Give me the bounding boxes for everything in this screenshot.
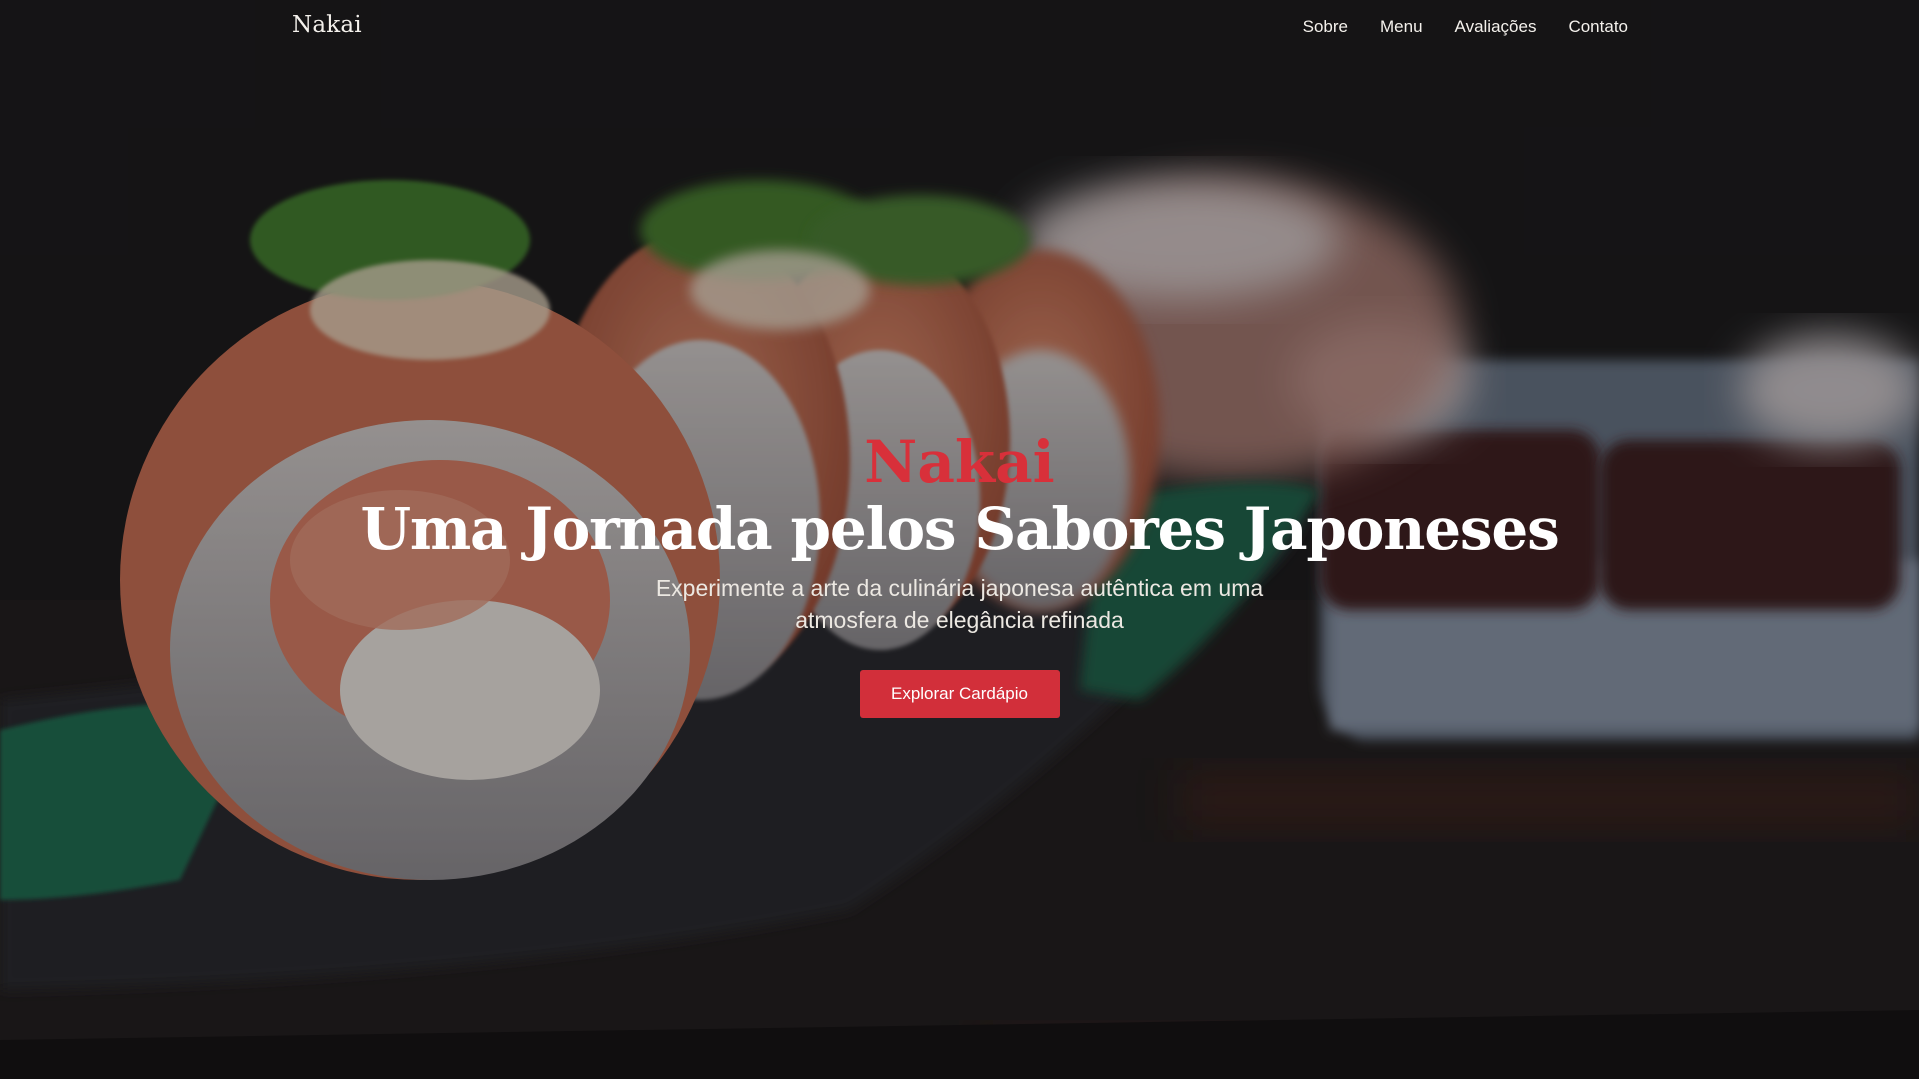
hero-subtitle: Experimente a arte da culinária japonesa…: [655, 575, 1264, 633]
nav-link-avaliacoes[interactable]: Avaliações: [1455, 17, 1537, 37]
hero-kicker: Nakai: [864, 428, 1055, 496]
nav-link-sobre[interactable]: Sobre: [1303, 17, 1348, 37]
explore-menu-button[interactable]: Explorar Cardápio: [859, 670, 1060, 718]
hero-headline: Uma Jornada pelos Sabores Japoneses: [360, 495, 1559, 563]
top-navbar: Nakai Sobre Menu Avaliações Contato: [0, 0, 1919, 58]
nav-link-contato[interactable]: Contato: [1568, 17, 1628, 37]
nav-links: Sobre Menu Avaliações Contato: [1303, 17, 1628, 37]
hero-section: Nakai Sobre Menu Avaliações Contato Naka…: [0, 0, 1919, 1079]
nav-link-menu[interactable]: Menu: [1380, 17, 1423, 37]
brand-logo[interactable]: Nakai: [292, 12, 362, 38]
hero-content: Nakai Uma Jornada pelos Sabores Japonese…: [0, 430, 1919, 718]
